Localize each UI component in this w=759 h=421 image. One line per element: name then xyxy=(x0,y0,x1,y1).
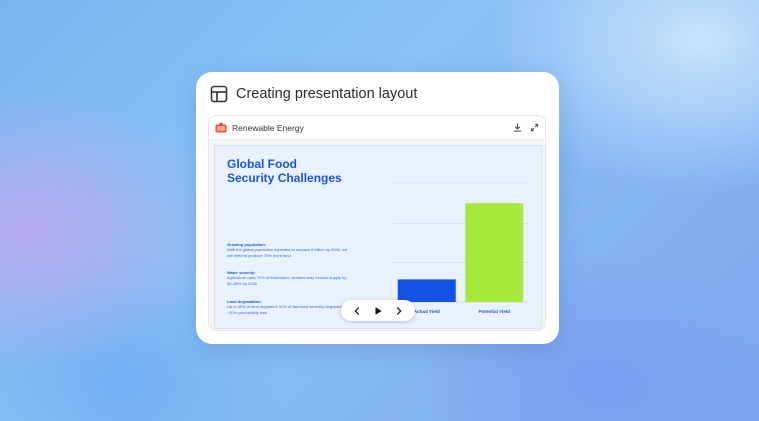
slideshow-controls xyxy=(341,300,415,321)
layout-icon xyxy=(210,85,228,103)
card-title: Creating presentation layout xyxy=(236,86,418,102)
x-tick-label: Potential Yield xyxy=(479,309,511,314)
window-title: Renewable Energy xyxy=(232,122,304,133)
presentation-icon xyxy=(215,122,227,132)
download-icon[interactable] xyxy=(513,123,522,132)
expand-icon[interactable] xyxy=(530,123,539,132)
x-tick-label: Actual Yield xyxy=(414,309,440,314)
bar-actual-yield xyxy=(397,279,456,302)
chevron-left-icon[interactable] xyxy=(352,306,362,316)
chevron-right-icon[interactable] xyxy=(394,306,404,316)
window-titlebar: Renewable Energy xyxy=(209,116,545,140)
card-header: Creating presentation layout xyxy=(210,83,417,105)
bar-potential-yield xyxy=(465,203,524,302)
play-icon[interactable] xyxy=(373,306,383,316)
presentation-window: Renewable Energy Global Food Security Ch… xyxy=(208,115,546,331)
